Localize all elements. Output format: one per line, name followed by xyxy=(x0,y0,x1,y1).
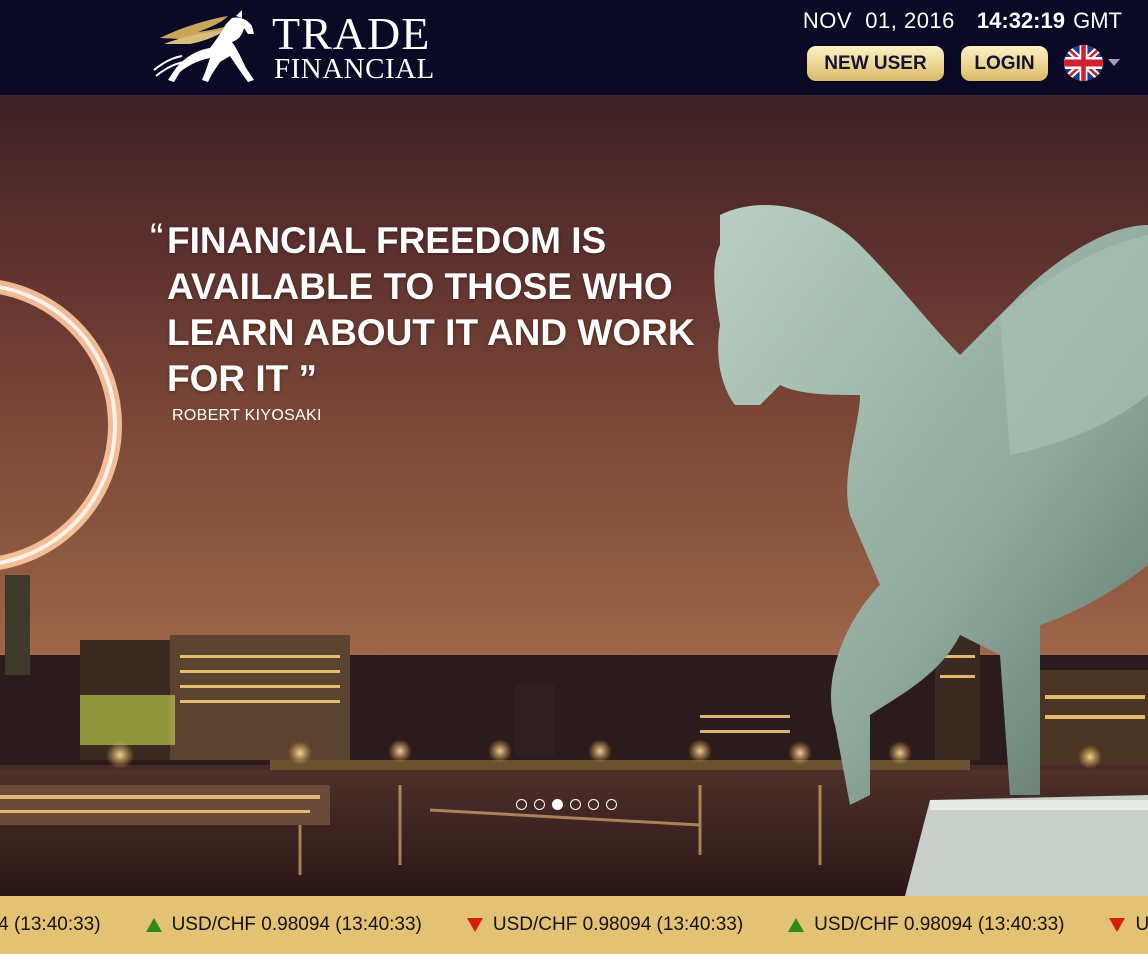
arrow-down-icon xyxy=(1109,918,1126,932)
slider-pagination xyxy=(516,799,617,811)
ticker-quote: 0.98094 (13:40:33) xyxy=(0,914,101,935)
site-header: TRADE FINANCIAL NOV 01, 2016 14:32:19 GMT… xyxy=(0,0,1148,95)
login-button[interactable]: LOGIN xyxy=(961,46,1048,81)
arrow-up-icon xyxy=(145,918,162,932)
language-dropdown-caret-icon[interactable] xyxy=(1108,59,1120,66)
ticker-quote: USD/CHF 0.98094 (13:40:33) xyxy=(171,914,422,935)
pegasus-logo-icon xyxy=(153,10,254,83)
new-user-button[interactable]: NEW USER xyxy=(807,46,944,81)
slider-dot[interactable] xyxy=(516,799,527,810)
server-clock: NOV 01, 2016 14:32:19 GMT xyxy=(803,8,1122,34)
slider-dot[interactable] xyxy=(588,799,599,810)
quote-text: FINANCIAL FREEDOM IS AVAILABLE TO THOSE … xyxy=(167,220,695,399)
ticker-item: 0.98094 (13:40:33) xyxy=(0,914,101,936)
currency-ticker: 0.98094 (13:40:33) USD/CHF 0.98094 (13:40… xyxy=(0,896,1148,954)
timezone-label: GMT xyxy=(1073,8,1122,33)
ticker-quote: USD/CHF 0.98094 (13:40:33) xyxy=(814,914,1065,935)
ticker-quote: USD/CHF 0.98094 (13:40:33) xyxy=(492,914,744,935)
ticker-item: USD/CHF 0.98094 (13:40:33) xyxy=(1109,914,1148,936)
current-time: 14:32:19 xyxy=(976,8,1065,33)
slider-dot[interactable] xyxy=(570,799,581,810)
arrow-up-icon xyxy=(788,918,805,932)
slider-dot[interactable] xyxy=(606,799,617,810)
quote-open-mark: “ xyxy=(150,216,164,260)
ticker-track: 0.98094 (13:40:33) USD/CHF 0.98094 (13:40… xyxy=(0,896,1148,954)
ticker-item: USD/CHF 0.98094 (13:40:33) xyxy=(466,914,744,936)
london-night-photo xyxy=(0,205,1148,896)
hero-slider: “ FINANCIAL FREEDOM IS AVAILABLE TO THOS… xyxy=(0,95,1148,896)
logo-text-financial: FINANCIAL xyxy=(274,53,435,85)
quote-author: ROBERT KIYOSAKI xyxy=(172,407,322,424)
brand-logo[interactable]: TRADE FINANCIAL xyxy=(150,8,450,88)
logo-text-trade: TRADE xyxy=(272,8,431,59)
slider-dot[interactable] xyxy=(552,799,563,810)
ticker-item: USD/CHF 0.98094 (13:40:33) xyxy=(788,914,1064,936)
arrow-down-icon xyxy=(466,918,483,932)
uk-flag-icon[interactable] xyxy=(1064,45,1103,81)
ticker-item: USD/CHF 0.98094 (13:40:33) xyxy=(145,914,422,936)
current-date: NOV 01, 2016 xyxy=(802,8,955,33)
slider-dot[interactable] xyxy=(534,799,545,810)
ticker-quote: USD/CHF 0.98094 (13:40:33) xyxy=(1135,914,1148,935)
